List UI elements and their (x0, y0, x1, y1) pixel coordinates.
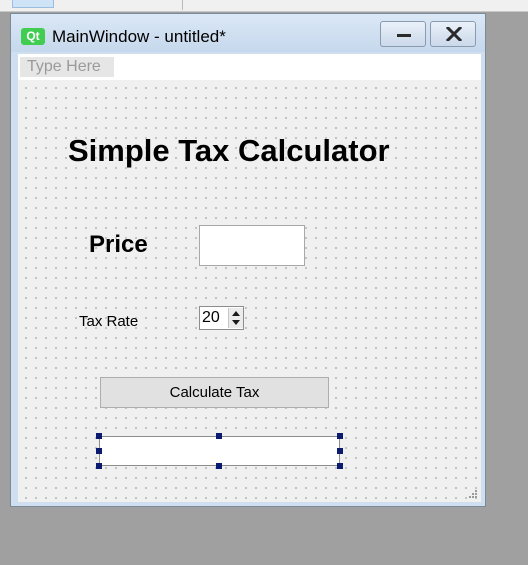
selection-handle[interactable] (337, 448, 343, 454)
spin-up-button[interactable] (228, 308, 243, 318)
page-title: Simple Tax Calculator (68, 133, 390, 168)
tax-rate-label: Tax Rate (79, 313, 139, 330)
arrow-up-icon (232, 311, 240, 316)
toolbar-tab[interactable] (12, 0, 54, 8)
close-button[interactable] (430, 21, 476, 47)
price-input[interactable] (199, 225, 305, 266)
form-canvas: Simple Tax Calculator Price Tax Rate 20 … (18, 80, 481, 502)
arrow-down-icon (232, 320, 240, 325)
selection-handle[interactable] (216, 463, 222, 469)
selection-handle[interactable] (216, 433, 222, 439)
resize-grip-icon[interactable] (468, 489, 478, 499)
tax-rate-spinbox[interactable]: 20 (199, 306, 244, 330)
minimize-icon (397, 34, 411, 37)
calculate-tax-button[interactable]: Calculate Tax (100, 377, 329, 408)
menu-type-here[interactable]: Type Here (20, 57, 114, 77)
selection-handle[interactable] (337, 433, 343, 439)
selection-handle[interactable] (96, 433, 102, 439)
minimize-button[interactable] (380, 21, 426, 47)
result-field[interactable] (99, 436, 340, 466)
selection-handle[interactable] (337, 463, 343, 469)
price-label: Price (89, 231, 148, 258)
qt-logo-icon: Qt (21, 28, 45, 45)
menu-bar: Type Here (18, 54, 481, 80)
title-bar[interactable]: Qt MainWindow - untitled* (11, 14, 485, 52)
spin-down-button[interactable] (228, 318, 243, 328)
selection-handle[interactable] (96, 448, 102, 454)
tax-rate-value: 20 (202, 309, 220, 326)
close-icon (445, 27, 463, 41)
designer-toolbar-strip (0, 0, 528, 12)
main-window: Qt MainWindow - untitled* Type Here Simp… (10, 13, 486, 507)
selection-handle[interactable] (96, 463, 102, 469)
window-title: MainWindow - untitled* (52, 27, 226, 46)
toolbar-separator (182, 0, 183, 10)
